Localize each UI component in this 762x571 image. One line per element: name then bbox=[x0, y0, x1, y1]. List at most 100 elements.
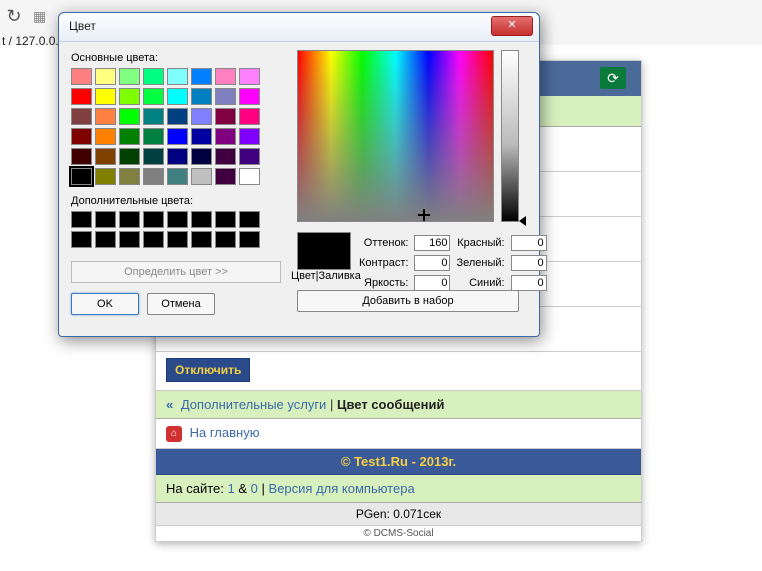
basic-color-swatch[interactable] bbox=[143, 128, 164, 145]
basic-color-swatch[interactable] bbox=[95, 68, 116, 85]
custom-color-swatch[interactable] bbox=[119, 231, 140, 248]
breadcrumb-current: Цвет сообщений bbox=[337, 397, 445, 412]
pgen-bar: PGen: 0.071сек bbox=[156, 503, 641, 526]
online-count-1[interactable]: 1 bbox=[228, 481, 235, 496]
luminance-bar[interactable] bbox=[501, 50, 519, 222]
red-input[interactable] bbox=[511, 235, 547, 251]
basic-color-swatch[interactable] bbox=[239, 148, 260, 165]
custom-color-swatch[interactable] bbox=[191, 231, 212, 248]
basic-color-swatch[interactable] bbox=[119, 108, 140, 125]
dialog-title: Цвет bbox=[69, 19, 96, 33]
basic-color-swatch[interactable] bbox=[143, 108, 164, 125]
basic-color-swatch[interactable] bbox=[167, 108, 188, 125]
color-gradient[interactable] bbox=[297, 50, 494, 222]
custom-color-swatch[interactable] bbox=[239, 211, 260, 228]
basic-color-swatch[interactable] bbox=[167, 128, 188, 145]
basic-color-swatch[interactable] bbox=[239, 88, 260, 105]
custom-color-swatch[interactable] bbox=[215, 231, 236, 248]
custom-color-swatch[interactable] bbox=[71, 231, 92, 248]
basic-color-swatch[interactable] bbox=[215, 68, 236, 85]
basic-color-swatch[interactable] bbox=[191, 108, 212, 125]
basic-color-swatch[interactable] bbox=[119, 148, 140, 165]
custom-color-swatch[interactable] bbox=[167, 211, 188, 228]
ok-button[interactable]: OK bbox=[71, 293, 139, 315]
breadcrumb-link[interactable]: Дополнительные услуги bbox=[181, 397, 326, 412]
basic-color-swatch[interactable] bbox=[215, 108, 236, 125]
basic-color-swatch[interactable] bbox=[239, 108, 260, 125]
custom-color-swatch[interactable] bbox=[143, 211, 164, 228]
basic-color-swatch[interactable] bbox=[215, 88, 236, 105]
home-icon: ⌂ bbox=[166, 426, 182, 442]
basic-color-swatch[interactable] bbox=[71, 168, 92, 185]
basic-color-swatch[interactable] bbox=[119, 128, 140, 145]
hue-input[interactable] bbox=[414, 235, 450, 251]
dialog-titlebar[interactable]: Цвет ✕ bbox=[59, 13, 539, 42]
basic-color-swatch[interactable] bbox=[95, 148, 116, 165]
content-row: Отключить bbox=[156, 352, 641, 391]
basic-color-swatch[interactable] bbox=[71, 108, 92, 125]
custom-color-swatch[interactable] bbox=[95, 211, 116, 228]
refresh-site-button[interactable]: ⟳ bbox=[600, 67, 626, 89]
lum-input[interactable] bbox=[414, 275, 450, 291]
color-dialog: Цвет ✕ Основные цвета: Дополнительные цв… bbox=[58, 12, 540, 337]
basic-color-swatch[interactable] bbox=[191, 168, 212, 185]
custom-color-swatch[interactable] bbox=[239, 231, 260, 248]
basic-color-swatch[interactable] bbox=[191, 128, 212, 145]
basic-color-swatch[interactable] bbox=[71, 128, 92, 145]
custom-color-swatch[interactable] bbox=[167, 231, 188, 248]
basic-color-swatch[interactable] bbox=[95, 168, 116, 185]
copyright-bar: © Test1.Ru - 2013г. bbox=[156, 449, 641, 475]
basic-color-swatch[interactable] bbox=[215, 148, 236, 165]
close-button[interactable]: ✕ bbox=[491, 16, 533, 36]
basic-color-swatch[interactable] bbox=[143, 88, 164, 105]
basic-color-swatch[interactable] bbox=[143, 68, 164, 85]
home-link[interactable]: На главную bbox=[190, 425, 260, 440]
address-fragment: t / 127.0.0.1 bbox=[2, 34, 65, 48]
basic-color-swatch[interactable] bbox=[167, 68, 188, 85]
basic-color-swatch[interactable] bbox=[95, 108, 116, 125]
basic-colors-grid bbox=[71, 68, 291, 185]
basic-color-swatch[interactable] bbox=[143, 168, 164, 185]
disable-button[interactable]: Отключить bbox=[166, 358, 250, 382]
online-count-2[interactable]: 0 bbox=[251, 481, 258, 496]
breadcrumb-arrow-icon: « bbox=[166, 397, 173, 412]
reload-icon[interactable]: ↻ bbox=[3, 5, 25, 27]
basic-color-swatch[interactable] bbox=[119, 88, 140, 105]
basic-color-swatch[interactable] bbox=[119, 168, 140, 185]
sample-label: Цвет|Заливка bbox=[291, 270, 361, 282]
custom-color-swatch[interactable] bbox=[143, 231, 164, 248]
basic-color-swatch[interactable] bbox=[95, 128, 116, 145]
basic-color-swatch[interactable] bbox=[143, 148, 164, 165]
basic-color-swatch[interactable] bbox=[215, 128, 236, 145]
home-row: ⌂ На главную bbox=[156, 419, 641, 449]
basic-color-swatch[interactable] bbox=[167, 88, 188, 105]
custom-colors-grid bbox=[71, 211, 291, 248]
desktop-version-link[interactable]: Версия для компьютера bbox=[269, 481, 415, 496]
basic-color-swatch[interactable] bbox=[191, 148, 212, 165]
basic-color-swatch[interactable] bbox=[71, 68, 92, 85]
custom-color-swatch[interactable] bbox=[95, 231, 116, 248]
basic-color-swatch[interactable] bbox=[239, 68, 260, 85]
green-input[interactable] bbox=[511, 255, 547, 271]
custom-color-swatch[interactable] bbox=[71, 211, 92, 228]
basic-color-swatch[interactable] bbox=[119, 68, 140, 85]
cancel-button[interactable]: Отмена bbox=[147, 293, 215, 315]
apps-icon[interactable]: ▦ bbox=[33, 8, 49, 24]
basic-color-swatch[interactable] bbox=[239, 168, 260, 185]
basic-color-swatch[interactable] bbox=[95, 88, 116, 105]
basic-color-swatch[interactable] bbox=[71, 148, 92, 165]
custom-color-swatch[interactable] bbox=[119, 211, 140, 228]
basic-color-swatch[interactable] bbox=[191, 68, 212, 85]
basic-color-swatch[interactable] bbox=[167, 168, 188, 185]
blue-input[interactable] bbox=[511, 275, 547, 291]
basic-color-swatch[interactable] bbox=[239, 128, 260, 145]
add-to-custom-button[interactable]: Добавить в набор bbox=[297, 290, 519, 312]
basic-color-swatch[interactable] bbox=[191, 88, 212, 105]
define-color-button[interactable]: Определить цвет >> bbox=[71, 261, 281, 283]
basic-color-swatch[interactable] bbox=[167, 148, 188, 165]
custom-color-swatch[interactable] bbox=[191, 211, 212, 228]
sat-input[interactable] bbox=[414, 255, 450, 271]
basic-color-swatch[interactable] bbox=[215, 168, 236, 185]
basic-color-swatch[interactable] bbox=[71, 88, 92, 105]
custom-color-swatch[interactable] bbox=[215, 211, 236, 228]
